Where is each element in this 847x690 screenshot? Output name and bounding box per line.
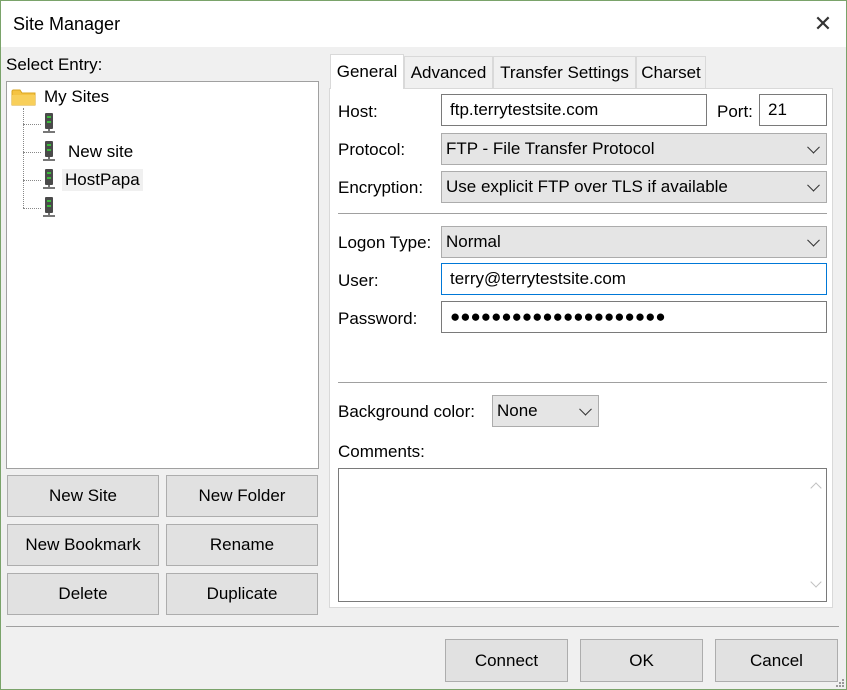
scroll-up-icon[interactable] — [810, 482, 822, 494]
delete-button[interactable]: Delete — [7, 573, 159, 615]
tree-item-site[interactable] — [43, 112, 61, 136]
encryption-label: Encryption: — [338, 178, 424, 197]
server-icon — [43, 113, 55, 135]
title-bar: Site Manager ✕ — [1, 1, 846, 47]
tree-item-label — [55, 207, 61, 209]
tree-connector — [23, 124, 41, 125]
duplicate-button[interactable]: Duplicate — [166, 573, 318, 615]
protocol-select[interactable]: FTP - File Transfer Protocol — [441, 133, 827, 165]
comments-label: Comments: — [338, 442, 425, 461]
server-icon — [43, 197, 55, 219]
tree-item-hostpapa[interactable]: HostPapa — [43, 168, 143, 192]
chevron-down-icon — [807, 233, 820, 247]
close-icon[interactable]: ✕ — [800, 1, 846, 47]
tab-charset[interactable]: Charset — [636, 56, 706, 88]
tab-general[interactable]: General — [330, 54, 404, 89]
chevron-down-icon — [807, 178, 820, 192]
background-color-select[interactable]: None — [492, 395, 599, 427]
select-entry-label: Select Entry: — [6, 55, 103, 74]
connect-button[interactable]: Connect — [445, 639, 568, 682]
tree-item-label: New site — [68, 142, 134, 161]
tree-connector — [23, 208, 41, 209]
tree-root-label: My Sites — [44, 87, 110, 106]
port-label: Port: — [717, 102, 753, 121]
new-bookmark-button[interactable]: New Bookmark — [7, 524, 159, 566]
server-icon — [43, 169, 55, 191]
tree-item-label: HostPapa — [62, 169, 143, 191]
tree-item-label — [55, 123, 61, 125]
background-color-label: Background color: — [338, 402, 476, 421]
user-input[interactable]: terry@terrytestsite.com — [441, 263, 827, 295]
host-input[interactable]: ftp.terrytestsite.com — [441, 94, 707, 126]
footer-divider — [6, 626, 839, 627]
divider — [338, 213, 827, 214]
site-tree[interactable]: My Sites New site HostPapa — [6, 81, 319, 469]
user-label: User: — [338, 271, 379, 290]
tree-connector — [23, 108, 24, 208]
window-title: Site Manager — [13, 14, 121, 34]
logon-type-select[interactable]: Normal — [441, 226, 827, 258]
ok-button[interactable]: OK — [580, 639, 703, 682]
tree-item-site[interactable] — [43, 196, 61, 220]
tree-root-my-sites[interactable]: My Sites — [11, 85, 112, 109]
cancel-button[interactable]: Cancel — [715, 639, 838, 682]
tree-connector — [23, 152, 41, 153]
tree-item-new-site[interactable]: New site — [43, 140, 136, 164]
encryption-select[interactable]: Use explicit FTP over TLS if available — [441, 171, 827, 203]
tab-transfer-settings[interactable]: Transfer Settings — [493, 56, 636, 88]
password-input[interactable]: ●●●●●●●●●●●●●●●●●●●●● — [441, 301, 827, 333]
new-folder-button[interactable]: New Folder — [166, 475, 318, 517]
rename-button[interactable]: Rename — [166, 524, 318, 566]
folder-icon — [11, 89, 36, 106]
resize-grip-icon[interactable] — [836, 679, 844, 687]
scroll-down-icon[interactable] — [810, 576, 822, 588]
password-label: Password: — [338, 309, 418, 328]
comments-textarea[interactable] — [338, 468, 827, 602]
protocol-label: Protocol: — [338, 140, 406, 159]
chevron-down-icon — [807, 140, 820, 154]
server-icon — [43, 141, 55, 163]
chevron-down-icon — [579, 402, 592, 416]
tab-advanced[interactable]: Advanced — [404, 56, 493, 88]
new-site-button[interactable]: New Site — [7, 475, 159, 517]
port-input[interactable]: 21 — [759, 94, 827, 126]
host-label: Host: — [338, 102, 378, 121]
comments-scrollbar[interactable] — [806, 469, 826, 601]
logon-type-label: Logon Type: — [338, 233, 432, 252]
divider — [338, 382, 827, 383]
tree-connector — [23, 180, 41, 181]
